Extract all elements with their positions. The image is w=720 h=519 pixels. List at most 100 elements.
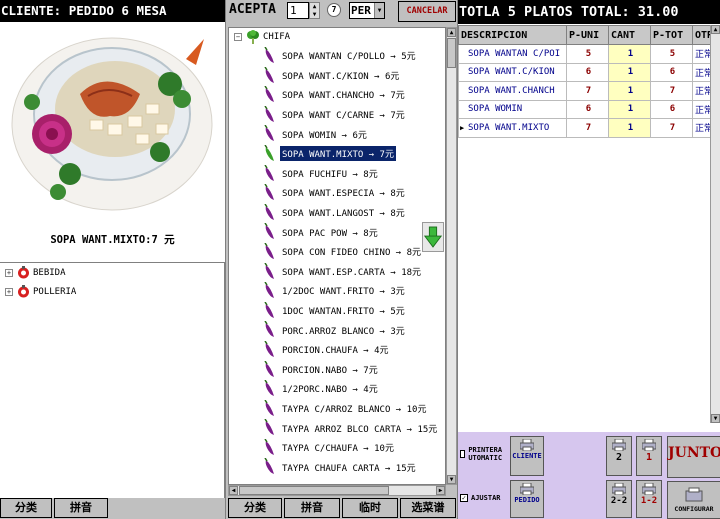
cell-unit-price[interactable]: 6 xyxy=(566,62,609,82)
tab-temporary[interactable]: 临时 xyxy=(342,498,398,518)
configurar-button[interactable]: CONFIGURAR xyxy=(667,481,720,519)
scroll-down-icon[interactable]: ▼ xyxy=(711,414,720,423)
tab-category[interactable]: 分类 xyxy=(228,498,282,518)
expand-icon[interactable]: + xyxy=(5,268,13,277)
menu-item[interactable]: SOPA WANT.C/KION → 6元 xyxy=(229,66,445,86)
ajustar-checkbox[interactable]: ✓ xyxy=(460,494,468,502)
cell-unit-price[interactable]: 7 xyxy=(566,81,609,101)
cell-total-price[interactable]: 7 xyxy=(650,118,693,138)
menu-item[interactable]: SOPA FUCHIFU → 8元 xyxy=(229,164,445,184)
menu-item[interactable]: TAYPA C/ARROZ BLANCO → 10元 xyxy=(229,399,445,419)
cell-quantity[interactable]: 1 xyxy=(608,62,651,82)
cell-description[interactable]: SOPA WANT.C/KION xyxy=(458,62,567,82)
column-header[interactable]: P-UNI xyxy=(566,25,609,45)
cell-unit-price[interactable]: 5 xyxy=(566,44,609,64)
menu-item[interactable]: SOPA WANT.ESPECIA → 8元 xyxy=(229,183,445,203)
menu-item[interactable]: 1/2DOC WANT.FRITO → 3元 xyxy=(229,281,445,301)
column-header[interactable]: P-TOT xyxy=(650,25,693,45)
menu-item[interactable]: TAYPA C/CHAUFA → 10元 xyxy=(229,438,445,458)
table-row[interactable]: SOPA WANT.C/KION616正常 xyxy=(458,62,710,82)
category-tree[interactable]: + BEBIDA + POLLERIA xyxy=(0,262,225,498)
tab-category[interactable]: 分类 xyxy=(0,498,52,518)
table-row[interactable]: SOPA WANTAN C/POI515正常 xyxy=(458,44,710,64)
menu-item[interactable]: SOPA WANT.ESP.CARTA → 18元 xyxy=(229,262,445,282)
cell-description[interactable]: SOPA WANT.CHANCH xyxy=(458,81,567,101)
tab-pinyin[interactable]: 拼音 xyxy=(54,498,108,518)
cell-unit-price[interactable]: 7 xyxy=(566,118,609,138)
cell-quantity[interactable]: 1 xyxy=(608,81,651,101)
print-pedido-button[interactable]: PEDIDO xyxy=(510,480,544,518)
menu-item[interactable]: SOPA WANT.LANGOST → 8元 xyxy=(229,203,445,223)
cell-quantity[interactable]: 1 xyxy=(608,118,651,138)
order-table[interactable]: DESCRIPCION P-UNI CANT P-TOT OTR SOPA WA… xyxy=(458,25,710,423)
table-row[interactable]: SOPA WOMIN616正常 xyxy=(458,99,710,119)
cell-quantity[interactable]: 1 xyxy=(608,99,651,119)
cell-quantity[interactable]: 1 xyxy=(608,44,651,64)
cell-total-price[interactable]: 7 xyxy=(650,81,693,101)
cell-other[interactable]: 正常 xyxy=(692,44,710,64)
menu-item[interactable]: SOPA WANTAN C/POLLO → 5元 xyxy=(229,46,445,66)
portion-select[interactable]: PER ▼ xyxy=(349,2,385,19)
scroll-up-icon[interactable]: ▲ xyxy=(711,25,720,34)
cell-unit-price[interactable]: 6 xyxy=(566,99,609,119)
cell-total-price[interactable]: 6 xyxy=(650,62,693,82)
cancel-button[interactable]: CANCELAR xyxy=(398,1,456,22)
cell-other[interactable]: 正常 xyxy=(692,118,710,138)
menu-horizontal-scrollbar[interactable]: ◀ ▶ xyxy=(228,485,446,496)
cell-total-price[interactable]: 6 xyxy=(650,99,693,119)
menu-item[interactable]: SOPA WANT C/CARNE → 7元 xyxy=(229,105,445,125)
category-item-polleria[interactable]: + POLLERIA xyxy=(0,282,224,301)
column-header[interactable]: DESCRIPCION xyxy=(458,25,567,45)
print-cliente-button[interactable]: CLIENTE xyxy=(510,436,544,476)
column-header[interactable]: CANT xyxy=(608,25,651,45)
tab-pinyin[interactable]: 拼音 xyxy=(284,498,340,518)
cell-other[interactable]: 正常 xyxy=(692,99,710,119)
junto-button[interactable]: JUNTO xyxy=(667,436,720,478)
table-row[interactable]: ▶SOPA WANT.MIXTO717正常 xyxy=(458,118,710,138)
menu-item[interactable]: PORCION.CHAUFA → 4元 xyxy=(229,340,445,360)
cell-description[interactable]: ▶ SOPA WANT.MIXTO xyxy=(458,118,567,138)
menu-item[interactable]: SOPA WANT.CHANCHO → 7元 xyxy=(229,85,445,105)
scroll-left-icon[interactable]: ◀ xyxy=(229,486,238,495)
cell-total-price[interactable]: 5 xyxy=(650,44,693,64)
seven-button[interactable]: 7 xyxy=(327,3,341,17)
ajustar-checkbox-row[interactable]: ✓ AJUSTAR xyxy=(460,494,501,502)
cell-description[interactable]: SOPA WOMIN xyxy=(458,99,567,119)
tab-select-menu[interactable]: 选菜谱 xyxy=(400,498,456,518)
menu-item[interactable]: TAYPA ARROZ BLCO CARTA → 15元 xyxy=(229,418,445,438)
menu-item[interactable]: SOPA PAC POW → 8元 xyxy=(229,222,445,242)
menu-item[interactable]: PORC.ARROZ BLANCO → 3元 xyxy=(229,320,445,340)
order-vertical-scrollbar[interactable]: ▲ ▼ xyxy=(710,25,720,423)
cell-description[interactable]: SOPA WANTAN C/POI xyxy=(458,44,567,64)
scroll-down-icon[interactable]: ▼ xyxy=(447,475,456,484)
menu-tree[interactable]: − CHIFA SOPA WANTAN C/POLLO → 5元 SOPA WAN… xyxy=(228,27,446,485)
cell-other[interactable]: 正常 xyxy=(692,81,710,101)
scroll-thumb[interactable] xyxy=(447,38,456,68)
print-2-button[interactable]: 2 xyxy=(606,436,632,476)
scroll-right-icon[interactable]: ▶ xyxy=(436,486,445,495)
scroll-up-icon[interactable]: ▲ xyxy=(447,28,456,37)
column-header[interactable]: OTR xyxy=(692,25,710,45)
menu-item[interactable]: SOPA WOMIN → 6元 xyxy=(229,124,445,144)
quantity-input[interactable]: 1 xyxy=(287,2,309,19)
menu-root-chifa[interactable]: − CHIFA xyxy=(229,28,445,46)
printer-auto-checkbox[interactable] xyxy=(460,450,466,458)
expand-icon[interactable]: + xyxy=(5,287,13,296)
chevron-down-icon[interactable]: ▼ xyxy=(374,3,384,18)
menu-item[interactable]: SOPA WANT.MIXTO → 7元 xyxy=(229,144,445,164)
table-row[interactable]: SOPA WANT.CHANCH717正常 xyxy=(458,81,710,101)
print-1-button[interactable]: 1 xyxy=(636,436,662,476)
menu-item[interactable]: 1/2PORC.NABO → 4元 xyxy=(229,379,445,399)
menu-item[interactable]: TAYPA CHAUFA CARTA → 15元 xyxy=(229,457,445,477)
scroll-thumb[interactable] xyxy=(239,486,389,495)
cell-other[interactable]: 正常 xyxy=(692,62,710,82)
printer-auto-checkbox-row[interactable]: PRINTERA UTOMATIC xyxy=(460,446,508,462)
menu-vertical-scrollbar[interactable]: ▲ ▼ xyxy=(446,27,457,485)
menu-item[interactable]: 1DOC WANTAN.FRITO → 5元 xyxy=(229,301,445,321)
collapse-icon[interactable]: − xyxy=(234,33,242,41)
chevron-down-icon[interactable]: ▼ xyxy=(310,11,319,19)
print-1-2-button[interactable]: 1-2 xyxy=(636,480,662,518)
menu-item[interactable]: PORCION.NABO → 7元 xyxy=(229,360,445,380)
menu-item[interactable]: SOPA CON FIDEO CHINO → 8元 xyxy=(229,242,445,262)
quantity-stepper[interactable]: ▲ ▼ xyxy=(309,2,320,19)
